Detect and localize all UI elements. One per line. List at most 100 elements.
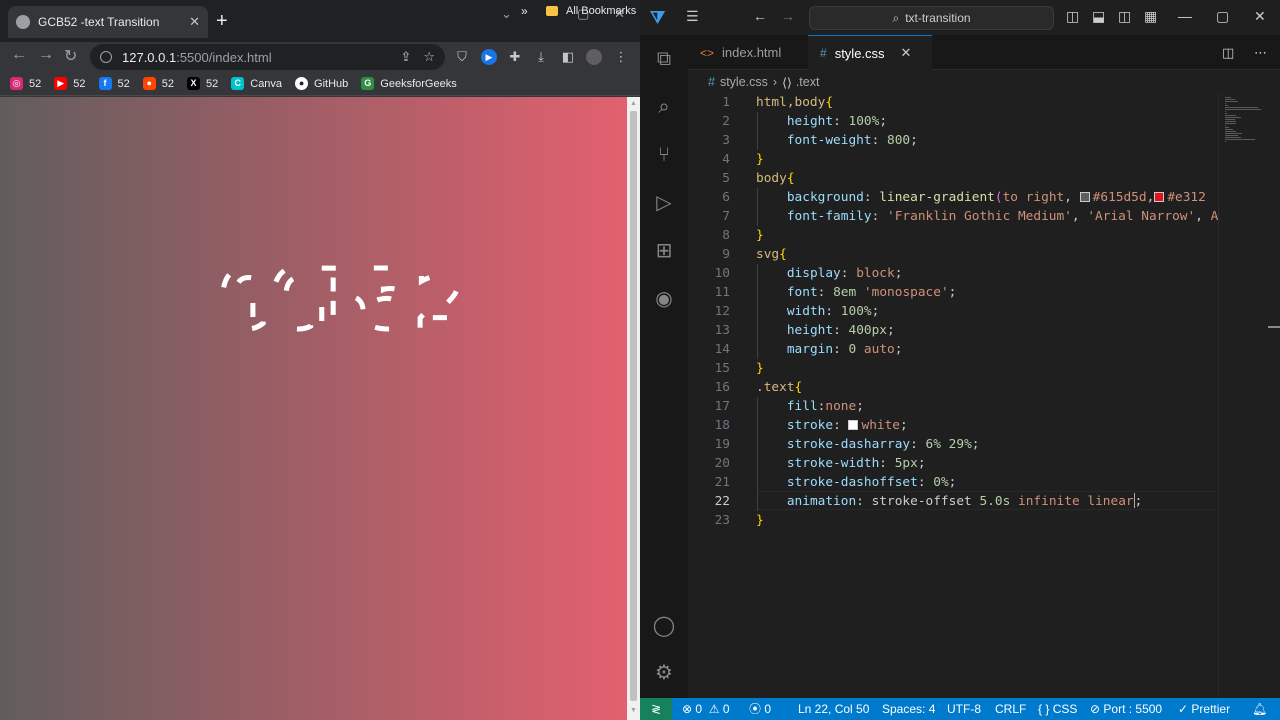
extensions-icon[interactable]: ⊞ <box>652 239 676 263</box>
code-token: to right <box>1002 190 1065 205</box>
kebab-menu-icon[interactable]: ⋮ <box>613 49 629 65</box>
bookmark-label: Canva <box>250 77 283 90</box>
forward-arrow-icon[interactable]: → <box>781 8 795 24</box>
new-tab-button[interactable]: + <box>216 10 228 32</box>
star-icon[interactable]: ☆ <box>423 49 435 65</box>
close-icon[interactable]: ✕ <box>901 45 912 61</box>
code-token: stroke-width <box>786 456 880 471</box>
all-bookmarks-button[interactable]: All Bookmarks <box>546 5 636 17</box>
browser-tab[interactable]: GCB52 -text Transition ✕ <box>8 6 208 38</box>
line-number: 22 <box>714 494 730 509</box>
minimap-line <box>1225 109 1261 110</box>
bookmark-item[interactable]: X 52 <box>187 77 218 90</box>
prettier-formatter[interactable]: ✓ Prettier <box>1178 698 1230 720</box>
scrollbar-thumb[interactable] <box>630 111 637 701</box>
back-arrow-icon[interactable]: ← <box>753 8 767 24</box>
line-number: 21 <box>714 475 730 490</box>
chevron-down-icon[interactable]: ⌄ <box>501 6 512 22</box>
language-mode[interactable]: { } CSS <box>1038 698 1077 720</box>
profile-avatar[interactable] <box>586 49 602 65</box>
code-token: width <box>786 304 826 319</box>
more-actions-icon[interactable]: ⋯ <box>1254 45 1267 61</box>
problems-indicator[interactable]: ⊗ 0 ⚠ 0 <box>682 698 730 720</box>
account-icon[interactable]: ◯ <box>652 614 676 638</box>
split-editor-icon[interactable]: ◫ <box>1222 45 1234 61</box>
notifications-bell-icon[interactable]: 🔔︎ <box>1252 698 1267 720</box>
color-swatch[interactable] <box>848 420 859 430</box>
site-info-icon[interactable] <box>100 51 112 63</box>
customize-layout-icon[interactable]: ▦ <box>1144 8 1157 25</box>
reload-icon[interactable]: ↻ <box>64 46 77 66</box>
code-token: 5.0s <box>979 494 1011 509</box>
side-panel-icon[interactable]: ◧ <box>560 49 576 65</box>
code-token: infinite <box>1018 494 1080 509</box>
minimap-line <box>1225 141 1226 142</box>
tab-index-html[interactable]: <> index.html <box>688 35 806 70</box>
minimize-icon[interactable]: — <box>1178 8 1192 24</box>
code-token: ; <box>900 418 908 433</box>
extension-play-icon[interactable]: ▶ <box>481 49 497 65</box>
line-number: 7 <box>722 209 730 224</box>
breadcrumb-file[interactable]: style.css <box>720 75 768 89</box>
bookmark-item[interactable]: f 52 <box>98 77 130 90</box>
tab-style-css[interactable]: # style.css ✕ <box>808 35 932 70</box>
remote-indicator-icon[interactable]: ≷ <box>640 698 672 720</box>
eol-setting[interactable]: CRLF <box>995 698 1026 720</box>
scroll-down-icon[interactable]: ▼ <box>630 707 637 714</box>
maximize-icon[interactable]: ▢ <box>1216 8 1229 25</box>
screen: GCB52 -text Transition ✕ + ⌄ ▢ ✕ ← → ↻ 1… <box>0 0 1280 720</box>
shield-extension-icon[interactable]: ⛉ <box>454 49 470 65</box>
encoding-setting[interactable]: UTF-8 <box>947 698 981 720</box>
bookmark-item[interactable]: G GeeksforGeeks <box>361 77 457 90</box>
page-scrollbar[interactable]: ▲ ▼ <box>627 97 640 720</box>
editor-scrollbar[interactable] <box>1268 93 1280 698</box>
code-token: .text <box>756 380 795 395</box>
bookmark-item[interactable]: C Canva <box>231 77 282 90</box>
run-debug-icon[interactable]: ▷ <box>652 191 676 215</box>
breadcrumb-symbol[interactable]: .text <box>796 75 820 89</box>
line-number: 13 <box>714 323 730 338</box>
remote-explorer-icon[interactable]: ◉ <box>652 287 676 311</box>
editor-tabs: <> index.html # style.css ✕ ◫ ⋯ <box>688 35 1280 70</box>
color-swatch[interactable] <box>1154 192 1165 202</box>
code-token: ; <box>879 114 888 129</box>
code-line: body{ <box>756 169 795 188</box>
indentation-setting[interactable]: Spaces: 4 <box>882 698 935 720</box>
explorer-files-icon[interactable]: ⧉ <box>652 47 676 71</box>
code-line: stroke: white; <box>756 416 908 435</box>
source-control-icon[interactable]: ⑂ <box>652 143 676 167</box>
close-icon[interactable]: ✕ <box>189 14 200 30</box>
live-server-port[interactable]: ⊘ Port : 5500 <box>1090 698 1162 720</box>
close-window-icon[interactable]: ✕ <box>1254 8 1266 25</box>
code-editor[interactable]: 1 2 3 4 5 6 7 8 9 10 11 12 13 14 15 16 17 18 19 20 21 22 23 ht… <box>688 93 1218 698</box>
ports-indicator[interactable]: ⦿ 0 <box>749 698 771 720</box>
bookmark-item[interactable]: ● GitHub <box>295 77 348 90</box>
back-arrow-icon[interactable]: ← <box>11 46 27 64</box>
forward-arrow-icon[interactable]: → <box>38 46 54 64</box>
bookmark-item[interactable]: ◎ 52 <box>10 77 41 90</box>
bookmark-item[interactable]: ▶ 52 <box>54 77 86 90</box>
toggle-primary-sidebar-icon[interactable]: ◫ <box>1066 8 1079 25</box>
minimap[interactable] <box>1218 93 1268 698</box>
address-bar[interactable]: 127.0.0.1:5500/index.html ⇪ ☆ <box>90 44 445 70</box>
toggle-secondary-sidebar-icon[interactable]: ◫ <box>1118 8 1131 25</box>
search-icon[interactable]: ⌕ <box>652 95 676 119</box>
toggle-panel-icon[interactable]: ⬓ <box>1092 8 1105 25</box>
code-token: linear-gradient <box>879 190 995 205</box>
vscode-titlebar: ⧩ ☰ ← → ⌕ txt-transition ◫ ⬓ ◫ ▦ — ▢ ✕ <box>640 0 1280 35</box>
bookmarks-more-chevron[interactable]: » <box>521 4 528 18</box>
hamburger-menu-icon[interactable]: ☰ <box>686 8 699 25</box>
puzzle-extensions-icon[interactable]: ✚ <box>507 49 523 65</box>
download-icon[interactable]: ⤓ <box>533 49 549 65</box>
line-number: 9 <box>722 247 730 262</box>
bookmark-item[interactable]: ● 52 <box>142 77 174 90</box>
reddit-icon: ● <box>142 77 156 90</box>
code-token: ; <box>894 342 903 357</box>
scroll-up-icon[interactable]: ▲ <box>630 100 637 107</box>
code-line: fill:none; <box>756 397 864 416</box>
command-center-search[interactable]: ⌕ txt-transition <box>809 6 1054 30</box>
gear-icon[interactable]: ⚙ <box>652 661 676 685</box>
color-swatch[interactable] <box>1079 192 1090 202</box>
share-icon[interactable]: ⇪ <box>400 49 411 65</box>
cursor-position[interactable]: Ln 22, Col 50 <box>798 698 869 720</box>
